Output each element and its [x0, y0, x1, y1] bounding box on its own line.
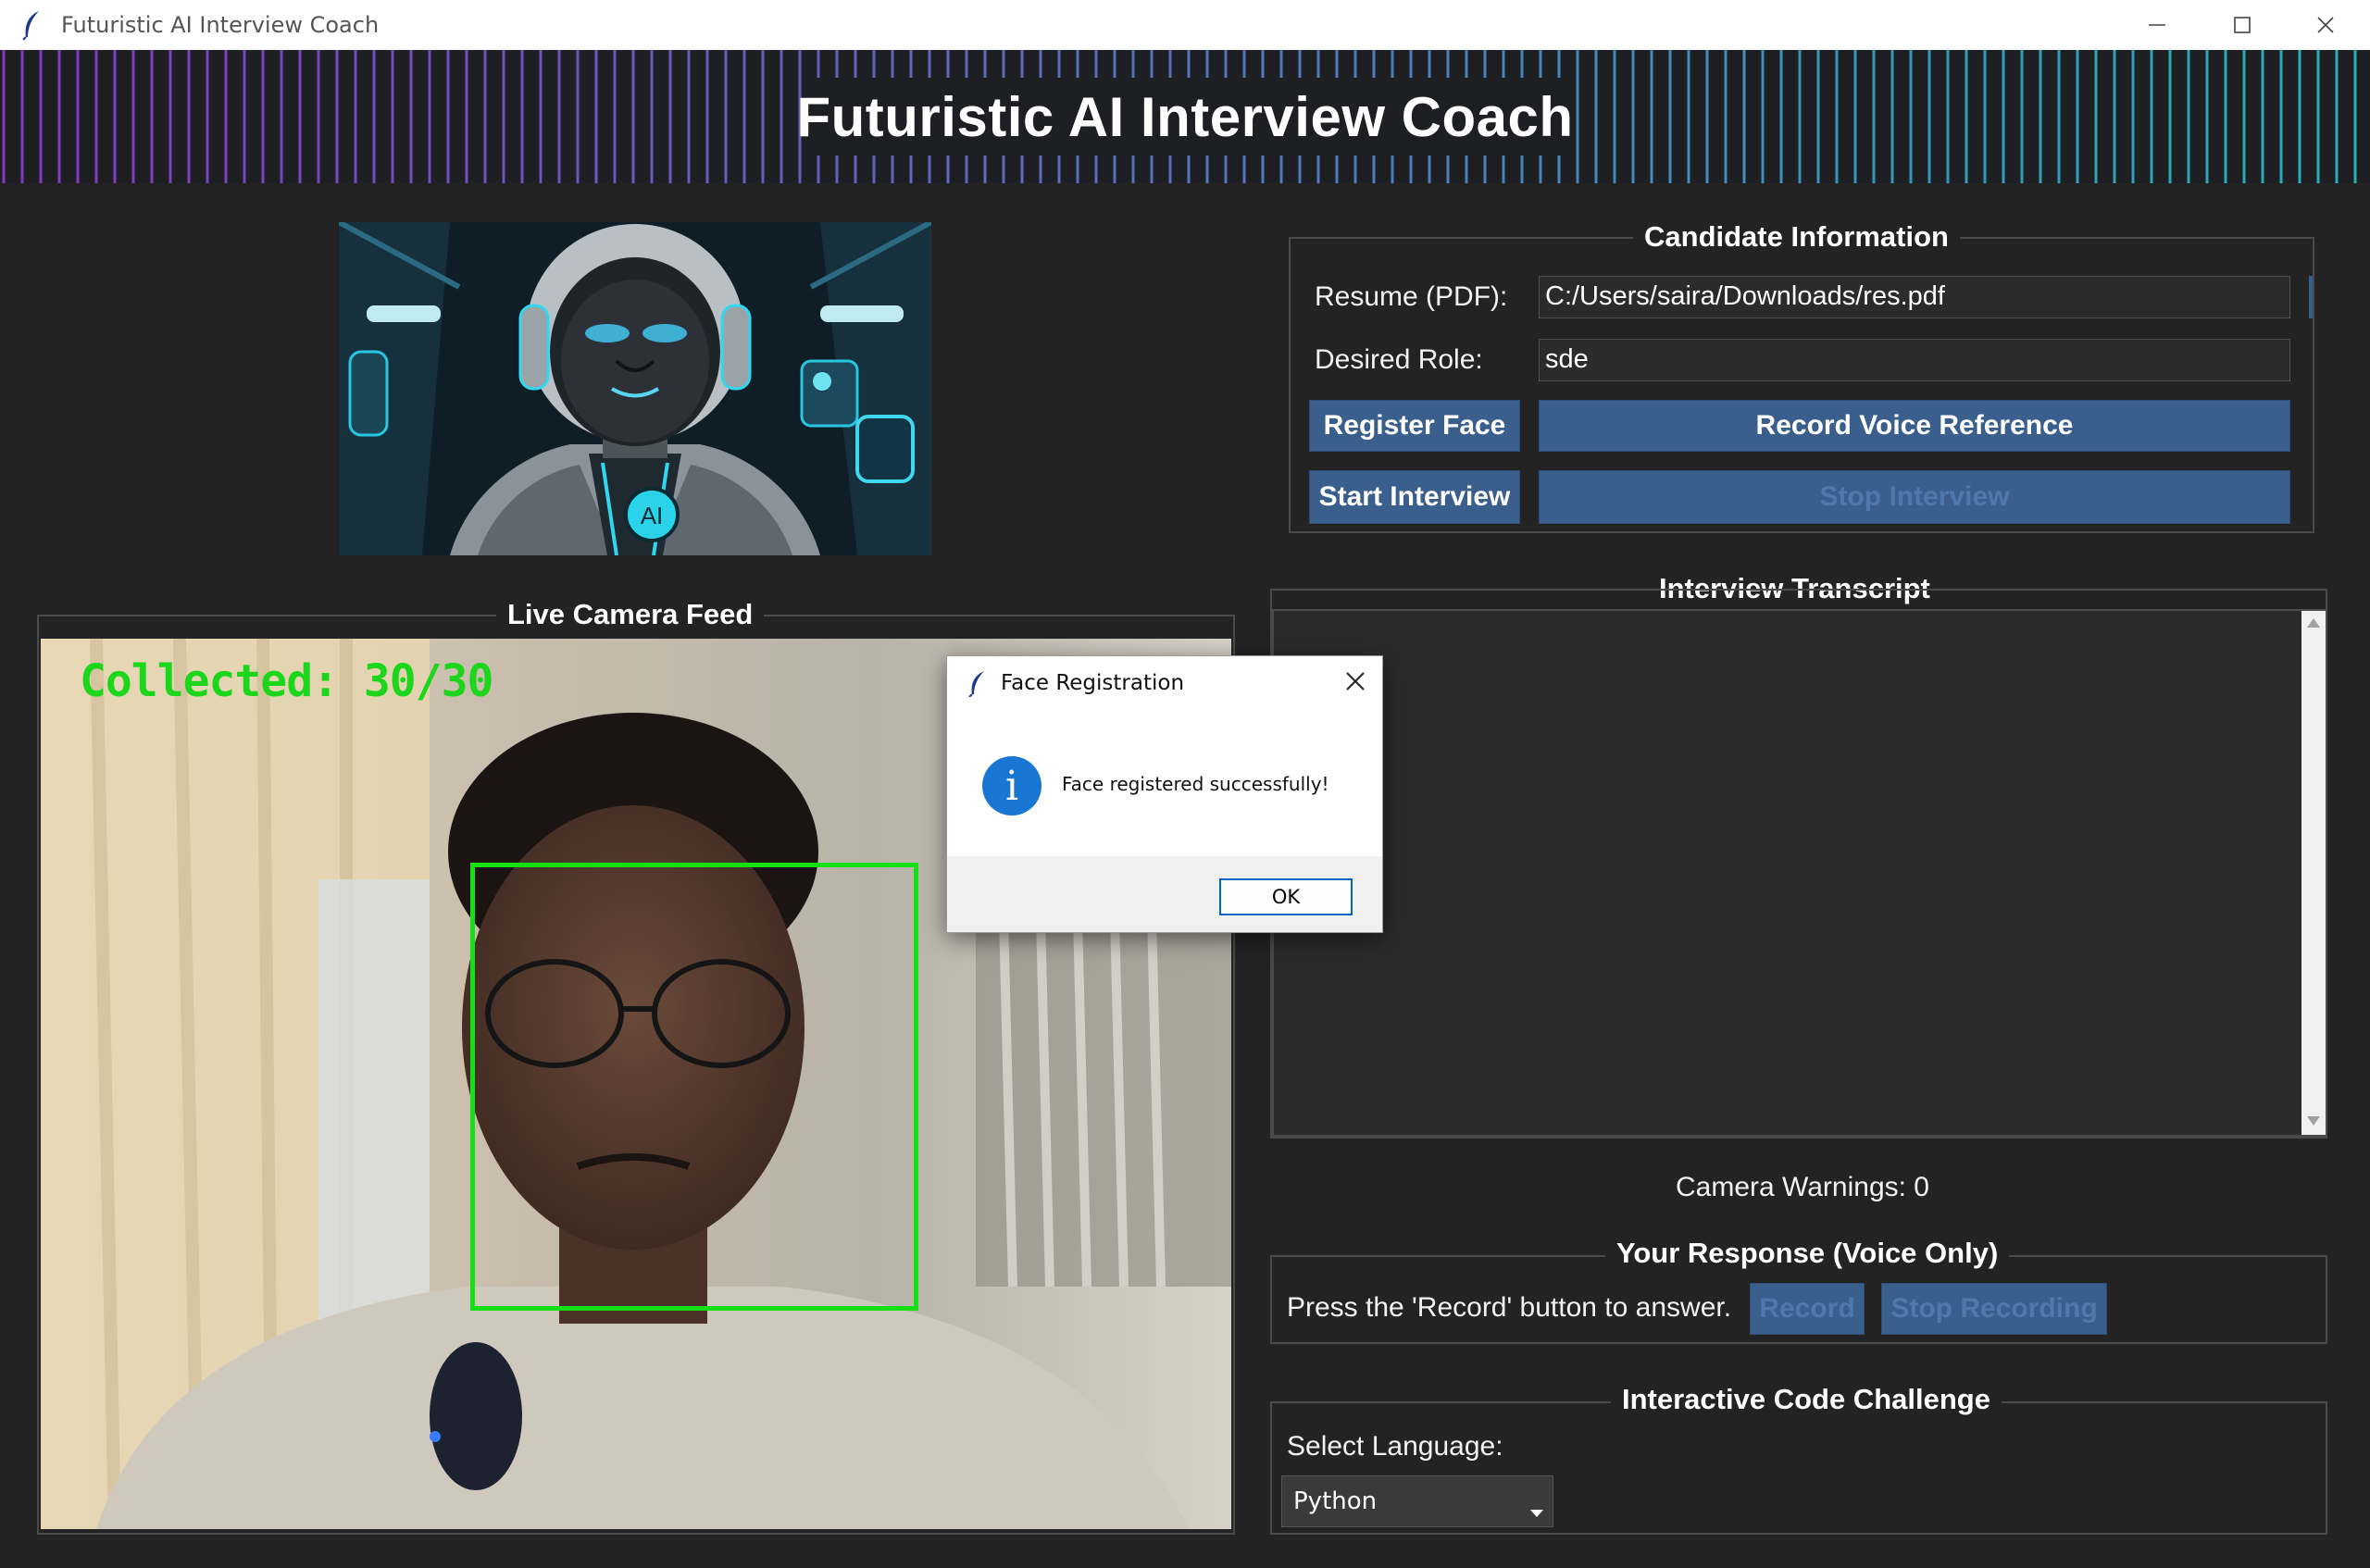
face-registration-dialog: Face Registration i Face registered succ… [946, 655, 1383, 933]
candidate-info-title: Candidate Information [1633, 220, 1960, 254]
face-detection-box [470, 863, 918, 1311]
resume-label: Resume (PDF): [1315, 281, 1508, 312]
robot-illustration: AI [339, 222, 931, 555]
close-icon[interactable] [1341, 667, 1369, 695]
close-window-button[interactable] [2289, 0, 2363, 50]
language-value: Python [1293, 1487, 1378, 1515]
ok-button[interactable]: OK [1219, 878, 1353, 915]
role-input[interactable]: sde [1539, 339, 2290, 381]
header-banner: Futuristic AI Interview Coach [0, 50, 2370, 183]
info-icon: i [982, 756, 1042, 815]
register-face-button[interactable]: Register Face [1309, 400, 1520, 452]
resume-path-input[interactable]: C:/Users/saira/Downloads/res.pdf [1539, 276, 2290, 318]
response-title: Your Response (Voice Only) [1605, 1237, 2010, 1270]
dialog-message: Face registered successfully! [1062, 773, 1329, 795]
camera-warnings: Camera Warnings: 0 [1676, 1172, 1929, 1202]
record-button[interactable]: Record [1750, 1283, 1865, 1335]
robot-badge: AI [641, 502, 664, 529]
camera-title: Live Camera Feed [496, 598, 765, 631]
minimize-button[interactable] [2120, 0, 2194, 50]
stop-recording-button[interactable]: Stop Recording [1881, 1283, 2107, 1335]
maximize-icon [2234, 17, 2251, 33]
window-titlebar: Futuristic AI Interview Coach [0, 0, 2370, 50]
ai-robot-image: AI [339, 222, 931, 555]
window-title: Futuristic AI Interview Coach [61, 12, 380, 38]
feather-icon [968, 671, 984, 697]
feather-icon [22, 11, 39, 41]
role-label: Desired Role: [1315, 344, 1483, 375]
response-prompt: Press the 'Record' button to answer. [1287, 1292, 1732, 1323]
scrollbar-arrows [2307, 618, 2320, 1126]
stop-interview-button[interactable]: Stop Interview [1539, 470, 2290, 524]
collected-counter: Collected: 30/30 [80, 655, 493, 707]
dialog-title: Face Registration [1001, 671, 1185, 695]
minimize-icon [2149, 24, 2165, 26]
language-select[interactable]: Python [1281, 1475, 1553, 1527]
code-challenge-title: Interactive Code Challenge [1611, 1383, 2002, 1416]
record-voice-reference-button[interactable]: Record Voice Reference [1539, 400, 2290, 452]
transcript-text-area[interactable] [1272, 609, 2326, 1137]
maximize-button[interactable] [2205, 0, 2279, 50]
resume-browse-edge [2309, 276, 2313, 318]
close-icon [2317, 17, 2334, 33]
chevron-down-icon [1530, 1510, 1543, 1517]
transcript-scrollbar[interactable] [2301, 611, 2326, 1135]
start-interview-button[interactable]: Start Interview [1309, 470, 1520, 524]
language-label: Select Language: [1287, 1431, 1503, 1462]
app-heading: Futuristic AI Interview Coach [796, 86, 1574, 148]
